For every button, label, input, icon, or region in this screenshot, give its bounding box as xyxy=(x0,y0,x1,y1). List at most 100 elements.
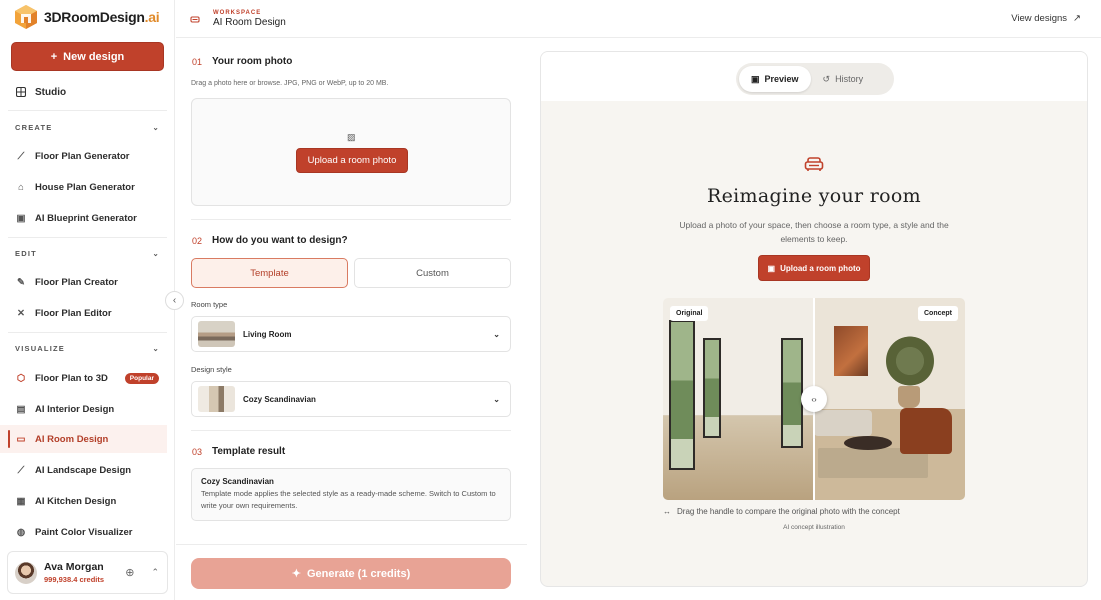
chevron-down-icon: ⌄ xyxy=(152,248,160,258)
user-info: Ava Morgan 999,938.4 credits xyxy=(44,561,104,584)
sidebar-item-floor-plan-to-3d[interactable]: ⬡ Floor Plan to 3D Popular xyxy=(0,364,167,392)
cube-icon: ⬡ xyxy=(16,372,26,384)
tools-icon: ✕ xyxy=(17,307,25,319)
window xyxy=(669,320,695,470)
section-create-toggle[interactable]: CREATE ⌄ xyxy=(15,120,160,134)
mode-template-button[interactable]: Template xyxy=(191,258,348,288)
workspace-heading: WORKSPACE AI Room Design xyxy=(213,10,286,28)
image-icon: ▣ xyxy=(767,263,776,273)
sidebar-item-paint-color-visualizer[interactable]: ◍ Paint Color Visualizer xyxy=(0,518,167,546)
wand-icon: ⟋ xyxy=(17,150,25,162)
preview-headline: Reimagine your room xyxy=(707,185,921,207)
house-icon: ⌂ xyxy=(18,181,24,193)
chevron-down-icon: ⌄ xyxy=(152,343,160,353)
mode-custom-button[interactable]: Custom xyxy=(354,258,511,288)
divider xyxy=(191,219,511,220)
compare-hint: ↔ Drag the handle to compare the origina… xyxy=(663,507,900,516)
preview-panel: ▣ Preview ↺ History Reimagine your room … xyxy=(540,51,1088,587)
coffee-table xyxy=(844,436,892,450)
user-credits: 999,938.4 credits xyxy=(44,575,105,584)
sidebar-item-ai-kitchen-design[interactable]: ▦ AI Kitchen Design xyxy=(0,487,167,515)
upload-hint: Drag a photo here or browse. JPG, PNG or… xyxy=(191,80,389,87)
step-1-heading: 01 Your room photo xyxy=(192,56,293,67)
sidebar-item-ai-interior-design[interactable]: ▤ AI Interior Design xyxy=(0,395,167,423)
sidebar-item-ai-blueprint-generator[interactable]: ▣ AI Blueprint Generator xyxy=(0,204,167,232)
globe-icon[interactable]: ⊕ xyxy=(125,566,134,579)
topbar: WORKSPACE AI Room Design View designs ↗ xyxy=(176,0,1101,38)
sidebar-item-floor-plan-creator[interactable]: ✎ Floor Plan Creator xyxy=(0,268,167,296)
image-icon: ▤ xyxy=(16,403,26,415)
compare-handle[interactable]: ‹› xyxy=(801,386,827,412)
preview-tabs: ▣ Preview ↺ History xyxy=(736,63,894,95)
sidebar-item-ai-room-design[interactable]: ▭ AI Room Design xyxy=(0,425,167,453)
sidebar-item-studio[interactable]: Studio xyxy=(0,78,167,106)
window xyxy=(781,338,803,448)
arrow-up-right-icon: ↗ xyxy=(1073,13,1081,24)
user-card[interactable]: Ava Morgan 999,938.4 credits ⊕ ⌃ xyxy=(7,551,168,594)
page-title: AI Room Design xyxy=(213,16,286,28)
blueprint-icon: ▣ xyxy=(16,212,26,224)
sofa-icon xyxy=(190,15,200,23)
concept-photo xyxy=(814,298,965,500)
sidebar-item-floor-plan-editor[interactable]: ✕ Floor Plan Editor xyxy=(0,299,167,327)
grid-icon xyxy=(16,87,26,97)
new-design-button[interactable]: + New design xyxy=(11,42,164,71)
original-label: Original xyxy=(670,306,709,321)
result-title: Cozy Scandinavian xyxy=(201,477,274,486)
preview-header: ▣ Preview ↺ History xyxy=(541,52,1087,101)
divider xyxy=(8,110,167,111)
popular-badge: Popular xyxy=(124,372,159,384)
image-icon: ▣ xyxy=(751,73,760,84)
design-style-label: Design style xyxy=(191,365,232,374)
collapse-sidebar-button[interactable]: ‹ xyxy=(165,291,184,310)
plant xyxy=(886,336,934,386)
wall-art xyxy=(834,326,868,376)
brand-logo[interactable]: 3DRoomDesign.ai xyxy=(0,0,174,34)
horizontal-arrows-icon: ↔ xyxy=(663,507,671,516)
view-designs-link[interactable]: View designs ↗ xyxy=(1011,13,1081,24)
armchair xyxy=(900,408,952,454)
sparkle-icon: ✦ xyxy=(291,568,301,580)
generate-button[interactable]: ✦ Generate (1 credits) xyxy=(191,558,511,589)
template-result-card: Cozy Scandinavian Template mode applies … xyxy=(191,468,511,521)
planter xyxy=(898,386,920,408)
sidebar-item-floor-plan-generator[interactable]: ⟋ Floor Plan Generator xyxy=(0,142,167,170)
sofa-icon: ▭ xyxy=(16,433,26,445)
photo-dropzone[interactable]: ▨ Upload a room photo xyxy=(191,98,511,206)
before-after-compare[interactable]: ‹› Original Concept xyxy=(663,298,965,500)
preview-description: Upload a photo of your space, then choos… xyxy=(679,220,949,244)
design-style-select[interactable]: Cozy Scandinavian ⌄ xyxy=(191,381,511,417)
room-type-select[interactable]: Living Room ⌄ xyxy=(191,316,511,352)
brand-name: 3DRoomDesign.ai xyxy=(44,9,160,25)
sofa xyxy=(814,410,872,436)
plus-icon: + xyxy=(50,50,58,63)
concept-label: Concept xyxy=(918,306,958,321)
divider xyxy=(8,237,167,238)
user-name: Ava Morgan xyxy=(44,561,104,573)
chevron-up-icon[interactable]: ⌃ xyxy=(151,567,159,578)
sidebar-item-house-plan-generator[interactable]: ⌂ House Plan Generator xyxy=(0,173,167,201)
section-edit-toggle[interactable]: EDIT ⌄ xyxy=(15,246,160,260)
tab-history[interactable]: ↺ History xyxy=(811,66,876,92)
image-add-icon: ▨ xyxy=(347,132,356,142)
palette-icon: ◍ xyxy=(16,526,26,538)
workspace-label: WORKSPACE xyxy=(213,9,262,16)
sidebar: 3DRoomDesign.ai + New design Studio CREA… xyxy=(0,0,175,600)
tab-preview[interactable]: ▣ Preview xyxy=(739,66,811,92)
illustration-note: AI concept illustration xyxy=(783,524,845,531)
pencil-icon: ✎ xyxy=(17,276,25,288)
window xyxy=(703,338,721,438)
cube-logo-icon xyxy=(15,5,37,29)
design-form: 01 Your room photo Drag a photo here or … xyxy=(176,38,527,600)
generate-bar: ✦ Generate (1 credits) xyxy=(176,544,527,600)
section-visualize-toggle[interactable]: VISUALIZE ⌄ xyxy=(15,341,160,355)
original-photo xyxy=(663,298,814,500)
leaf-icon: ⟋ xyxy=(17,464,25,476)
sofa-icon xyxy=(804,157,824,171)
preview-upload-button[interactable]: ▣ Upload a room photo xyxy=(758,255,870,281)
avatar xyxy=(15,561,37,584)
sidebar-item-ai-landscape-design[interactable]: ⟋ AI Landscape Design xyxy=(0,456,167,484)
step-2-heading: 02 How do you want to design? xyxy=(192,235,348,246)
chevron-left-icon: ‹ xyxy=(172,295,177,306)
upload-room-photo-button[interactable]: Upload a room photo xyxy=(296,148,408,173)
